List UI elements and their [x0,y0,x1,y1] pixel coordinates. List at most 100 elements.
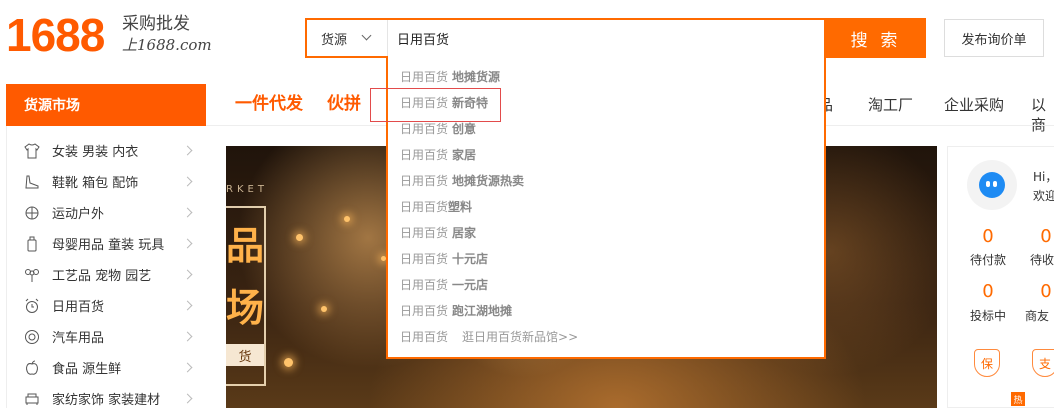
alarm-clock-icon [23,297,41,315]
category-item[interactable]: 汽车用品 [7,321,207,352]
bokeh-dot [321,306,327,312]
suggestion-extra: 塑料 [448,200,473,214]
suggestion-keyword: 日用百货 [400,226,449,240]
suggestion-item[interactable]: 日用百货 地摊货源热卖 [400,168,524,194]
payment-shield-icon[interactable]: 支 [1032,349,1054,377]
bokeh-dot [296,234,303,241]
category-label: 工艺品 宠物 园艺 [52,269,152,284]
shirt-icon [23,142,41,160]
suggestion-keyword: 日用百货 [400,148,449,162]
bokeh-dot [344,216,350,222]
chevron-right-icon [182,145,193,156]
category-label: 日用百货 [52,300,105,315]
suggestion-extra: 一元店 [452,278,489,292]
guarantee-shield-icon[interactable]: 保 [974,349,1000,377]
stat-label[interactable]: 待付款 [970,251,1006,268]
category-item[interactable]: 女装 男装 内衣 [7,135,207,166]
suggestion-keyword: 日用百货 [400,200,449,214]
logo-slogan: 采购批发 [122,14,190,34]
search-divider [387,20,388,56]
category-label: 家纺家饰 家装建材 [52,393,161,408]
suggestion-keyword: 日用百货 [400,330,449,344]
chevron-right-icon [182,393,193,404]
baby-bottle-icon [23,235,41,253]
suggestion-item[interactable]: 日用百货塑料 [400,194,472,220]
category-label: 汽车用品 [52,331,105,346]
post-inquiry-button[interactable]: 发布询价单 [944,19,1044,57]
nav-dropshipping[interactable]: 一件代发 [235,94,303,114]
stat-value[interactable]: 0 [1026,281,1054,302]
suggestion-extra: 地摊货源热卖 [452,174,525,188]
flower-icon [23,266,41,284]
greeting-text: Hi， [1033,170,1054,184]
category-item[interactable]: 食品 源生鲜 [7,352,207,383]
suggestion-more-text: 逛日用百货新品馆>> [462,330,579,344]
chevron-right-icon [182,238,193,249]
category-item[interactable]: 鞋靴 箱包 配饰 [7,166,207,197]
search-button[interactable]: 搜 索 [826,18,926,58]
category-item[interactable]: 工艺品 宠物 园艺 [7,259,207,290]
search-bar: 货源 [305,18,826,58]
shoe-icon [23,173,41,191]
category-label: 母婴用品 童装 玩具 [52,238,165,253]
suggestion-extra: 居家 [452,226,477,240]
suggestion-item[interactable]: 日用百货 家居 [400,142,476,168]
category-label: 食品 源生鲜 [52,362,122,377]
stat-label[interactable]: 投标中 [970,307,1006,324]
category-label: 运动户外 [52,207,105,222]
category-label: 女装 男装 内衣 [52,145,139,160]
search-input[interactable] [389,20,825,56]
category-item[interactable]: 日用百货 [7,290,207,321]
nav-enterprise-purchase[interactable]: 企业采购 [944,95,1004,115]
category-header[interactable]: 货源市场 [6,84,206,126]
suggestion-item[interactable]: 日用百货 一元店 [400,272,488,298]
sofa-icon [23,390,41,408]
apple-icon [23,359,41,377]
suggestion-extra: 创意 [452,122,477,136]
stat-label[interactable]: 商友 [1025,307,1049,324]
suggestion-item[interactable]: 日用百货 居家 [400,220,476,246]
stat-label[interactable]: 待收 [1030,251,1054,268]
sport-icon [23,204,41,222]
search-category-label: 货源 [321,32,348,48]
avatar[interactable] [967,160,1017,210]
bokeh-dot [284,358,293,367]
suggestion-extra: 十元店 [452,252,489,266]
suggestion-keyword: 日用百货 [400,278,449,292]
suggestion-extra: 家居 [452,148,477,162]
suggestion-extra: 跑江湖地摊 [452,304,513,318]
highlight-box [370,88,501,122]
chevron-right-icon [182,269,193,280]
chevron-right-icon [182,362,193,373]
tire-icon [23,328,41,346]
chevron-right-icon [182,331,193,342]
banner-char: 品 [226,224,265,268]
stat-value[interactable]: 0 [968,226,1008,247]
suggestion-keyword: 日用百货 [400,174,449,188]
suggestion-item[interactable]: 日用百货 跑江湖地摊 [400,298,512,324]
search-category-select[interactable]: 货源 [307,20,387,56]
logo-domain: 上1688.com [122,36,212,54]
banner-tag: 货 [226,344,264,366]
suggestion-item[interactable]: 日用百货 地摊货源 [400,64,500,90]
stat-value[interactable]: 0 [1026,226,1054,247]
category-item[interactable]: 母婴用品 童装 玩具 [7,228,207,259]
chevron-down-icon [361,30,372,41]
category-item[interactable]: 运动户外 [7,197,207,228]
suggestion-keyword: 日用百货 [400,70,449,84]
chevron-right-icon [182,300,193,311]
logo-1688[interactable]: 1688 [6,10,105,60]
suggestion-keyword: 日用百货 [400,122,449,136]
nav-taobao-factory[interactable]: 淘工厂 [868,95,913,115]
chevron-right-icon [182,207,193,218]
stat-value[interactable]: 0 [968,281,1008,302]
avatar-face-icon [979,172,1005,198]
suggestion-keyword: 日用百货 [400,304,449,318]
suggestion-extra: 地摊货源 [452,70,501,84]
suggestion-more-link[interactable]: 日用百货 逛日用百货新品馆>> [400,324,578,350]
hot-badge: 热 [1011,392,1025,406]
nav-business[interactable]: 以商 [1031,95,1054,135]
nav-group-buy[interactable]: 伙拼 [327,94,361,114]
category-item[interactable]: 家纺家饰 家装建材 [7,383,207,408]
suggestion-item[interactable]: 日用百货 十元店 [400,246,488,272]
